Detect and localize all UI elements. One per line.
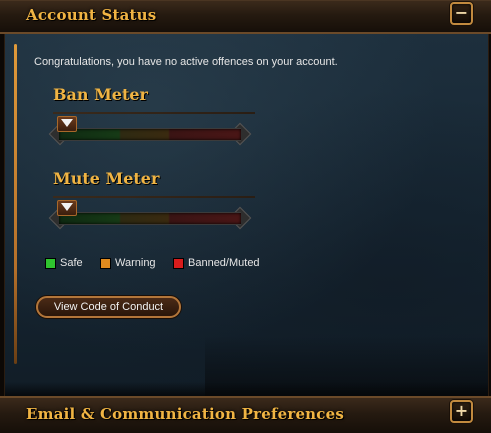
background-shadow [5,382,488,396]
account-status-title: Account Status [26,6,157,24]
warning-swatch [100,258,111,269]
ban-meter-track [59,128,241,141]
account-panel: Account Status − Congratulations, you ha… [0,0,491,433]
legend-label: Safe [60,257,83,269]
offence-notice: Congratulations, you have no active offe… [34,56,338,68]
mute-meter-track [59,212,241,225]
account-status-content: Congratulations, you have no active offe… [4,34,489,396]
triangle-down-icon [61,119,73,127]
collapse-button[interactable]: − [450,2,473,25]
email-preferences-header[interactable]: Email & Communication Preferences + [0,396,491,433]
ban-meter-divider [53,112,255,114]
ban-meter-title: Ban Meter [53,85,148,104]
plus-icon: + [454,401,469,420]
minus-icon: − [454,3,469,22]
ban-meter-indicator [57,116,77,138]
account-status-header[interactable]: Account Status − [0,0,491,34]
ban-meter [48,116,252,146]
mute-meter-indicator [57,200,77,222]
mute-meter [48,200,252,230]
legend-label: Warning [115,257,156,269]
mute-meter-title: Mute Meter [53,169,160,188]
banned-muted-swatch [173,258,184,269]
mute-meter-divider [53,196,255,198]
triangle-down-icon [61,203,73,211]
decorative-side-line [14,44,17,364]
email-preferences-title: Email & Communication Preferences [26,405,345,423]
legend-label: Banned/Muted [188,257,260,269]
safe-swatch [45,258,56,269]
expand-button[interactable]: + [450,400,473,423]
view-code-of-conduct-button[interactable]: View Code of Conduct [36,296,181,318]
